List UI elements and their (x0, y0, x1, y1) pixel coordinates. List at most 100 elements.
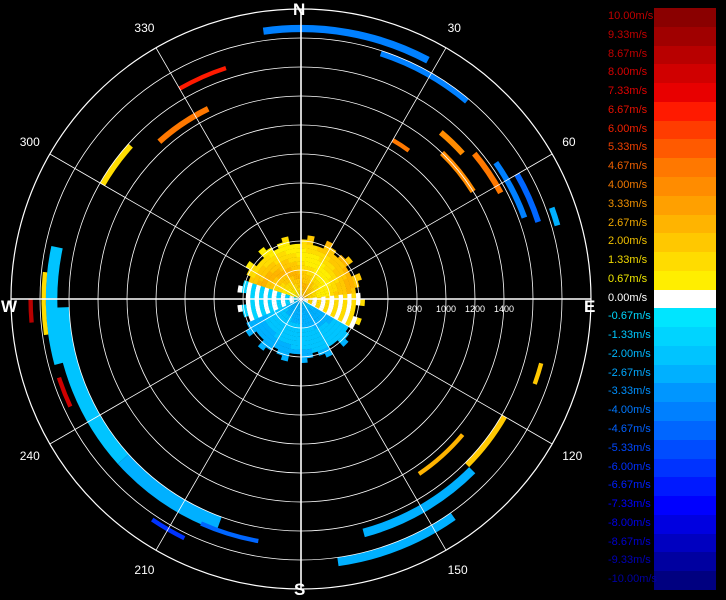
legend-label: -2.00m/s (608, 347, 651, 360)
legend-label: 7.33m/s (608, 85, 648, 98)
legend-entry: -6.00m/s (606, 458, 718, 478)
legend-label: 0.67m/s (608, 272, 648, 285)
legend-label: 4.67m/s (608, 160, 648, 173)
legend-label: 8.00m/s (608, 66, 648, 79)
legend-swatch (654, 270, 716, 290)
azimuth-spoke (300, 298, 447, 551)
azimuth-spoke (300, 298, 553, 445)
legend-label: 6.67m/s (608, 103, 648, 116)
legend-entry: -1.33m/s (606, 327, 718, 346)
legend-swatch (654, 176, 716, 196)
legend-swatch (654, 439, 716, 459)
legend-label: -5.33m/s (608, 441, 651, 454)
angle-tick-label: 150 (447, 563, 468, 578)
south-label: S (294, 580, 306, 599)
legend-swatch (654, 327, 716, 346)
legend-label: -6.00m/s (608, 460, 651, 473)
legend-entry: -4.67m/s (606, 421, 718, 440)
echo-arc (391, 138, 411, 153)
velocity-cell (342, 289, 348, 295)
velocity-cell (355, 299, 361, 306)
azimuth-spoke (49, 153, 302, 300)
range-tick-label: 1400 (494, 304, 515, 314)
velocity-cell (301, 243, 308, 249)
legend-swatch (654, 233, 716, 253)
legend-label: 9.33m/s (608, 28, 648, 41)
velocity-cell (294, 349, 301, 355)
echo-arc (100, 143, 133, 186)
legend-label: -0.67m/s (608, 310, 651, 323)
legend-swatch (654, 308, 716, 328)
legend-swatch (654, 421, 716, 440)
angle-tick-label: 120 (562, 448, 583, 463)
legend-entry: -2.00m/s (606, 345, 718, 365)
legend-entry: -2.67m/s (606, 364, 718, 384)
legend-swatch (654, 139, 716, 159)
legend-entry: 0.67m/s (606, 270, 718, 290)
echo-arc (262, 24, 430, 64)
legend-swatch (654, 214, 716, 234)
legend-entry: -3.33m/s (606, 383, 718, 403)
legend-label: 6.00m/s (608, 122, 648, 135)
legend-entry: 7.33m/s (606, 83, 718, 102)
echo-arc (117, 454, 222, 531)
velocity-cell (351, 299, 357, 306)
legend-entry: 10.00m/s (606, 8, 718, 27)
legend-swatch (654, 345, 716, 365)
angle-tick-label: 330 (134, 20, 155, 35)
legend-entry: 2.00m/s (606, 233, 718, 253)
echo-arc (472, 151, 504, 195)
legend-label: 2.00m/s (608, 235, 648, 248)
legend-swatch (654, 514, 716, 534)
legend-label: -8.00m/s (608, 516, 651, 529)
legend-label: -2.67m/s (608, 366, 651, 379)
legend-label: -6.67m/s (608, 479, 651, 492)
velocity-cell (301, 239, 308, 245)
legend-entry: -9.33m/s (606, 552, 718, 572)
east-label: E (584, 297, 596, 316)
legend-swatch (654, 402, 716, 422)
legend-entry: 1.33m/s (606, 252, 718, 271)
legend-label: 4.00m/s (608, 178, 648, 191)
legend-label: 0.00m/s (608, 291, 648, 304)
velocity-cell (350, 287, 356, 295)
legend-swatch (654, 8, 716, 27)
azimuth-spoke (155, 47, 302, 300)
legend-entry: -8.00m/s (606, 514, 718, 534)
legend-entry: 9.33m/s (606, 26, 718, 46)
legend-label: -9.33m/s (608, 554, 651, 567)
legend-label: 8.67m/s (608, 47, 648, 60)
legend-swatch (654, 120, 716, 140)
echo-arc (178, 65, 227, 91)
legend-entry: -6.67m/s (606, 477, 718, 497)
legend-swatch (654, 83, 716, 102)
legend-entry: -8.67m/s (606, 533, 718, 553)
velocity-cell (291, 252, 297, 258)
legend-swatch (654, 571, 716, 591)
angle-tick-label: 30 (447, 20, 461, 35)
azimuth-spoke (155, 298, 302, 551)
legend-swatch (654, 477, 716, 497)
angle-tick-label: 210 (134, 563, 155, 578)
velocity-cell (254, 303, 260, 309)
legend-swatch (654, 252, 716, 271)
legend-label: -4.67m/s (608, 423, 651, 436)
velocity-cell (289, 244, 297, 250)
echo-arc (438, 130, 465, 156)
velocity-cell (347, 299, 352, 305)
legend-swatch (654, 158, 716, 177)
legend-swatch (654, 26, 716, 46)
legend-entry: 6.67m/s (606, 101, 718, 121)
angle-tick-label: 240 (19, 448, 40, 463)
legend-swatch (654, 383, 716, 403)
legend-entry: -10.00m/s (606, 571, 718, 591)
azimuth-spoke (49, 298, 302, 445)
range-tick-label: 800 (407, 304, 423, 314)
velocity-cell (360, 299, 365, 307)
legend-swatch (654, 552, 716, 572)
legend-entry: 0.00m/s (606, 289, 718, 309)
velocity-cell (295, 345, 301, 350)
legend-label: -1.33m/s (608, 329, 651, 342)
echo-arc (362, 467, 476, 538)
legend-label: -7.33m/s (608, 498, 651, 511)
